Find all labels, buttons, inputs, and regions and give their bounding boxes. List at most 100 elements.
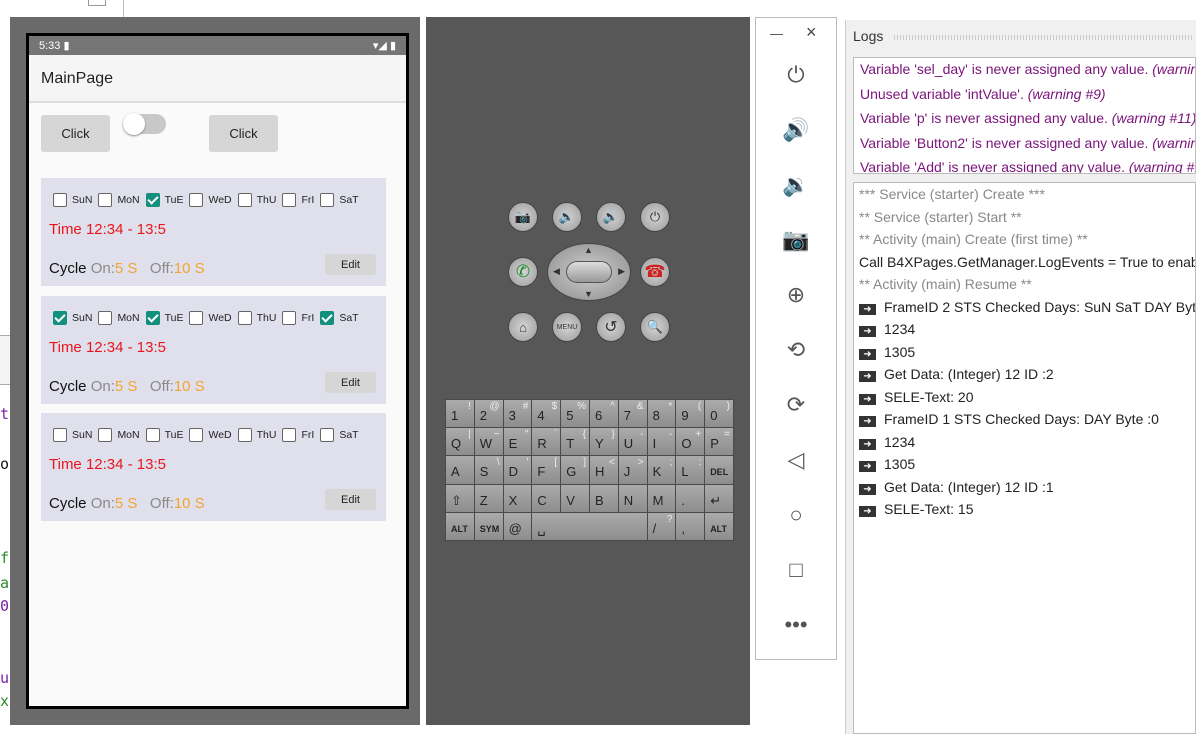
key[interactable]: Y} [589,428,618,456]
day-checkbox-item[interactable]: ThU [237,311,276,325]
key[interactable]: 8 * [647,400,676,428]
overview-icon[interactable]: □ [756,557,836,583]
day-checkbox-item[interactable]: SuN [53,193,92,207]
day-checkbox[interactable] [98,428,113,442]
key[interactable]: W ~ [474,428,503,456]
key[interactable]: ALT [446,512,474,540]
day-checkbox-item[interactable]: SaT [320,428,359,442]
day-checkbox-item[interactable]: ThU [237,193,276,207]
day-checkbox[interactable] [98,311,113,325]
camera-button[interactable]: 📷 [508,202,538,232]
day-checkbox-item[interactable]: ThU [237,428,276,442]
day-checkbox-item[interactable]: SaT [320,193,359,207]
key[interactable]: DEL [705,456,733,484]
key[interactable]: 3 # [503,400,532,428]
day-checkbox-item[interactable]: TuE [145,428,183,442]
key[interactable]: R ` [532,428,561,456]
day-checkbox[interactable] [320,311,335,325]
close-button[interactable]: × [806,22,817,43]
menu-button[interactable]: MENU [552,312,582,342]
volume-down-button[interactable]: 🔉 [552,202,582,232]
rotate-left-icon[interactable]: ⟲ [756,337,836,363]
key[interactable]: P = [705,428,733,456]
day-checkbox-item[interactable]: TuE [145,311,183,325]
volume-up-icon[interactable]: 🔊 [756,117,836,143]
edit-button[interactable]: Edit [325,254,376,275]
key[interactable]: 1! [446,400,474,428]
warning-item[interactable]: Variable 'Add' is never assigned any val… [860,159,1195,173]
day-checkbox[interactable] [145,428,160,442]
day-checkbox[interactable] [237,193,252,207]
warning-item[interactable]: Variable 'sel_day' is never assigned any… [860,61,1195,77]
key[interactable]: D ' [503,456,532,484]
power-button[interactable]: ⏻ [640,202,670,232]
day-checkbox[interactable] [145,193,160,207]
key[interactable]: E " [503,428,532,456]
key[interactable]: X [503,484,532,512]
edit-button[interactable]: Edit [325,489,376,510]
key[interactable]: K; [647,456,676,484]
key[interactable]: O + [676,428,705,456]
day-checkbox-item[interactable]: TuE [145,193,183,207]
key[interactable]: 2 @ [474,400,503,428]
more-icon[interactable]: ••• [756,612,836,638]
rotate-right-icon[interactable]: ⟳ [756,392,836,418]
key[interactable]: Z [474,484,503,512]
space-key[interactable]: ␣ [532,512,647,540]
day-checkbox-item[interactable]: FrI [282,193,314,207]
day-checkbox[interactable] [320,428,335,442]
day-checkbox-item[interactable]: FrI [282,311,314,325]
key[interactable]: B [589,484,618,512]
key[interactable]: M [647,484,676,512]
camera-icon[interactable]: 📷 [756,227,836,253]
call-button[interactable]: ✆ [508,257,538,287]
day-checkbox[interactable] [282,311,297,325]
log-output[interactable]: *** Service (starter) Create *** ** Servi… [853,182,1196,734]
key[interactable]: A [446,456,474,484]
day-checkbox[interactable] [237,428,252,442]
key[interactable]: T{ [561,428,589,456]
key[interactable]: 5% [561,400,589,428]
volume-up-button[interactable]: 🔊 [596,202,626,232]
key[interactable]: 4 $ [532,400,561,428]
day-checkbox-item[interactable]: MoN [98,311,140,325]
key[interactable]: U- [618,428,647,456]
day-checkbox-item[interactable]: MoN [98,193,140,207]
day-checkbox[interactable] [53,311,67,325]
key[interactable]: 0) [705,400,733,428]
key[interactable]: 6 ^ [589,400,618,428]
day-checkbox-item[interactable]: SuN [53,428,92,442]
warning-item[interactable]: Variable 'Button2' is never assigned any… [860,135,1195,151]
key[interactable]: F[ [532,456,561,484]
toggle-switch[interactable] [123,113,166,135]
warnings-list[interactable]: Variable 'sel_day' is never assigned any… [853,57,1196,174]
search-button[interactable]: 🔍 [640,312,670,342]
power-icon[interactable]: ⏻ [756,62,836,88]
key[interactable]: V [561,484,589,512]
day-checkbox[interactable] [98,193,113,207]
edit-button[interactable]: Edit [325,372,376,393]
key[interactable]: I- [647,428,676,456]
key[interactable]: @ [503,512,532,540]
warning-item[interactable]: Variable 'p' is never assigned any value… [860,110,1195,126]
key[interactable]: , [676,512,705,540]
warning-item[interactable]: Unused variable 'intValue'. (warning #9) [860,86,1106,102]
volume-down-icon[interactable]: 🔉 [756,172,836,198]
key[interactable]: S \ [474,456,503,484]
key[interactable]: ⇧ [446,484,474,512]
key[interactable]: 9( [676,400,705,428]
click-button-1[interactable]: Click [41,115,110,152]
day-checkbox[interactable] [189,428,204,442]
day-checkbox[interactable] [189,311,204,325]
key[interactable]: 7 & [618,400,647,428]
day-checkbox[interactable] [145,311,160,325]
zoom-icon[interactable]: ⊕ [756,282,836,308]
home-button[interactable]: ⌂ [508,312,538,342]
day-checkbox-item[interactable]: WeD [189,311,232,325]
day-checkbox-item[interactable]: FrI [282,428,314,442]
key[interactable]: ↵ [705,484,733,512]
minimize-button[interactable]: — [770,26,783,41]
home-icon[interactable]: ○ [756,502,836,528]
day-checkbox[interactable] [237,311,252,325]
day-checkbox-item[interactable]: WeD [189,193,232,207]
